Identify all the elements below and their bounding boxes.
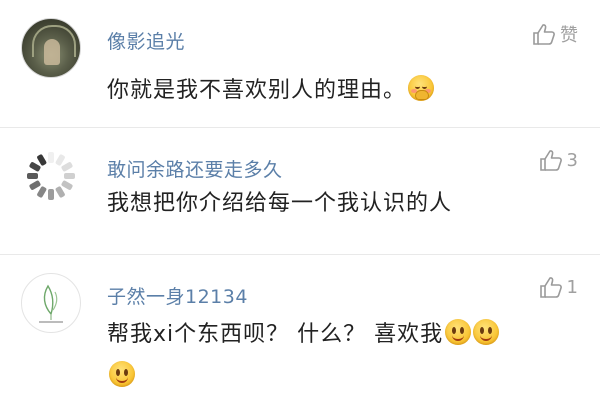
comment-item: 子然一身12134 1 帮我xi个东西呗？ 什么？ 喜欢我 [0, 255, 600, 400]
like-label: 赞 [560, 25, 578, 46]
comment-text-content: 你就是我不喜欢别人的理由。 [107, 78, 407, 103]
username[interactable]: 像影追光 [107, 27, 185, 54]
smile-emoji [445, 319, 472, 345]
thumbs-up-icon [533, 24, 555, 45]
avatar-figure [44, 39, 60, 65]
username[interactable]: 子然一身12134 [107, 282, 248, 309]
spinner-icon [27, 152, 75, 200]
like-button[interactable]: 赞 [532, 21, 578, 47]
comment-text-content: 我想把你介绍给每一个我认识的人 [107, 191, 453, 216]
comment-item: 像影追光 赞 你就是我不喜欢别人的理由。 [0, 0, 600, 128]
smile-emoji [473, 319, 500, 345]
shy-smile-emoji [408, 75, 435, 101]
leaf-logo-avatar [39, 284, 63, 323]
comment-text: 我想把你介绍给每一个我认识的人 [107, 185, 452, 217]
smile-emoji [109, 361, 135, 387]
like-count: 3 [566, 149, 578, 171]
comment-text-content: 帮我xi个东西呗？ 什么？ 喜欢我 [107, 322, 444, 347]
comment-text: 你就是我不喜欢别人的理由。 [107, 72, 435, 104]
comment-item: 敢问余路还要走多久 3 我想把你介绍给每一个我认识的人 [0, 128, 600, 255]
avatar[interactable] [21, 273, 81, 333]
avatar[interactable] [21, 146, 81, 206]
avatar[interactable] [21, 18, 81, 78]
comment-text: 帮我xi个东西呗？ 什么？ 喜欢我 [107, 315, 500, 397]
thumbs-up-icon [539, 150, 562, 171]
like-count: 1 [566, 276, 578, 298]
thumbs-up-icon [539, 277, 562, 298]
username[interactable]: 敢问余路还要走多久 [107, 155, 283, 182]
like-button[interactable]: 1 [539, 276, 578, 298]
like-button[interactable]: 3 [539, 149, 578, 171]
comment-text-line2 [107, 357, 499, 397]
